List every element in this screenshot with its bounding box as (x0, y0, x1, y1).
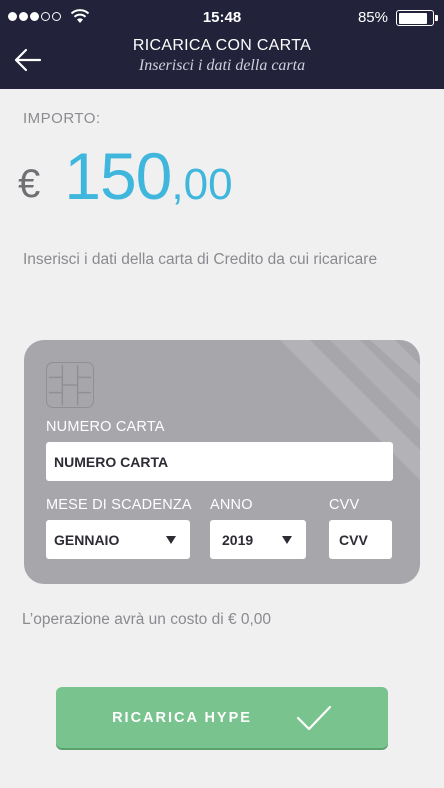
card-chip-icon (46, 362, 94, 408)
expiry-year-value: 2019 (222, 531, 254, 548)
battery-percent: 85% (357, 9, 388, 26)
card-instructions: Inserisci i dati della carta di Credito … (23, 251, 378, 268)
battery-icon (396, 10, 434, 26)
card-number-input[interactable]: NUMERO CARTA (46, 442, 393, 481)
amount-decimals: ,00 (171, 160, 233, 209)
checkmark-icon (296, 705, 332, 730)
expiry-month-value: GENNAIO (54, 531, 120, 548)
card-number-label: NUMERO CARTA (46, 419, 165, 435)
cvv-input[interactable]: CVV (329, 520, 392, 559)
ricarica-button[interactable]: RICARICA HYPE (56, 687, 388, 748)
chevron-down-icon (282, 535, 292, 544)
chevron-down-icon (166, 535, 176, 544)
header-bar: 15:48 85% RICARICA CON CARTA Inserisci i… (0, 0, 444, 89)
expiry-year-label: ANNO (210, 497, 253, 513)
operation-cost-note: L’operazione avrà un costo di € 0,00 (22, 611, 272, 628)
cvv-label: CVV (329, 497, 360, 513)
expiry-year-select[interactable]: 2019 (210, 520, 306, 559)
status-bar: 15:48 85% (0, 0, 444, 34)
page-subtitle: Inserisci i dati della carta (138, 57, 306, 74)
amount-display: € 150 ,00 (18, 138, 233, 218)
amount-integer: 150 (64, 139, 172, 213)
page-title: RICARICA CON CARTA (132, 37, 312, 54)
amount-label: IMPORTO: (23, 110, 101, 127)
currency-symbol: € (18, 162, 41, 206)
ricarica-button-label: RICARICA HYPE (112, 709, 252, 726)
card-decoration (280, 340, 420, 480)
expiry-month-select[interactable]: GENNAIO (46, 520, 190, 559)
expiry-month-label: MESE DI SCADENZA (46, 497, 192, 513)
credit-card-form: NUMERO CARTA NUMERO CARTA MESE DI SCADEN… (24, 340, 420, 584)
